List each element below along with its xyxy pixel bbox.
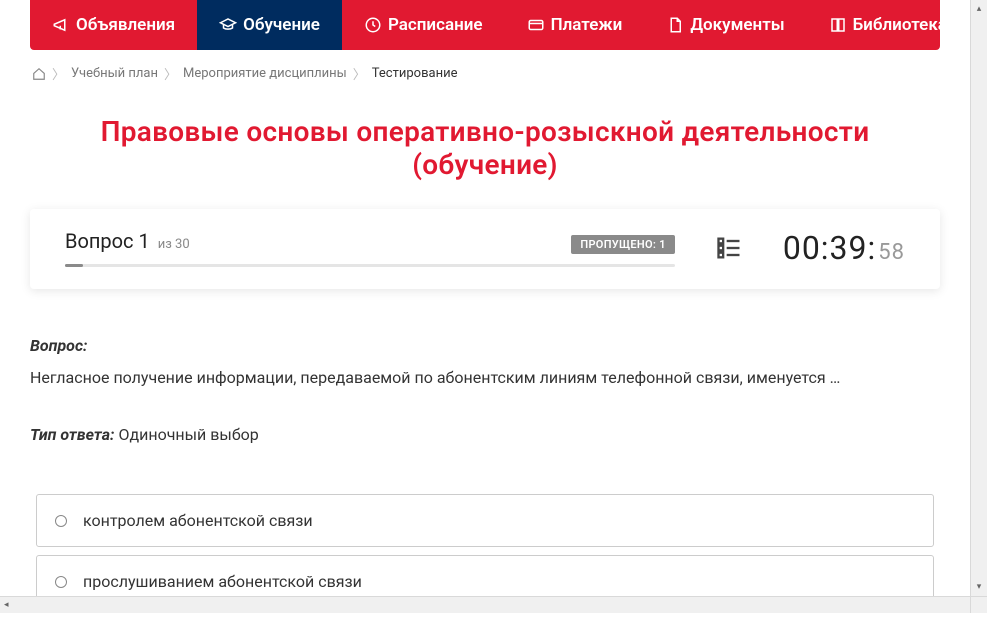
clock-icon <box>364 16 382 34</box>
nav-label: Библиотека <box>853 15 940 35</box>
question-total: из 30 <box>158 237 190 252</box>
option-text: прослушиванием абонентской связи <box>83 572 362 591</box>
option-text: контролем абонентской связи <box>83 511 313 530</box>
radio-icon <box>55 576 67 588</box>
scroll-up-icon: ▴ <box>977 4 982 14</box>
file-icon <box>666 16 684 34</box>
timer-seconds: 58 <box>878 240 905 265</box>
answer-option[interactable]: контролем абонентской связи <box>36 494 934 547</box>
home-icon[interactable] <box>32 67 46 81</box>
question-list-icon[interactable] <box>715 234 743 262</box>
question-label: Вопрос: <box>30 336 87 355</box>
chevron-right-icon: 〉 <box>52 64 65 83</box>
answer-type-value: Одиночный выбор <box>118 425 258 444</box>
test-status-bar: Вопрос 1 из 30 ПРОПУЩЕНО: 1 00:39:58 <box>30 209 940 289</box>
chevron-right-icon: 〉 <box>164 64 177 83</box>
graduation-cap-icon <box>219 16 237 34</box>
timer: 00:39:58 <box>783 229 905 267</box>
question-text: Негласное получение информации, передава… <box>30 366 940 390</box>
nav-education[interactable]: Обучение <box>197 0 342 50</box>
breadcrumb-link[interactable]: Учебный план <box>71 66 158 81</box>
progress-bar <box>65 264 675 267</box>
breadcrumb: 〉 Учебный план 〉 Мероприятие дисциплины … <box>30 50 940 97</box>
nav-label: Объявления <box>76 15 175 35</box>
nav-documents[interactable]: Документы <box>644 0 806 50</box>
nav-payments[interactable]: Платежи <box>505 0 645 50</box>
question-area: Вопрос: Негласное получение информации, … <box>30 334 940 613</box>
scrollbar-corner <box>970 596 987 613</box>
main-nav: Объявления Обучение Расписание Платежи <box>30 0 940 50</box>
card-icon <box>527 16 545 34</box>
timer-main: 00:39: <box>783 229 876 267</box>
scroll-left-icon: ◂ <box>4 600 9 610</box>
page-title: Правовые основы оперативно-розыскной дея… <box>30 115 940 181</box>
progress-fill <box>65 264 83 267</box>
nav-label: Обучение <box>243 15 320 35</box>
book-icon <box>829 16 847 34</box>
skipped-badge: ПРОПУЩЕНО: 1 <box>571 235 674 254</box>
breadcrumb-link[interactable]: Мероприятие дисциплины <box>183 66 347 81</box>
question-counter: Вопрос 1 <box>65 229 150 253</box>
scroll-down-icon: ▾ <box>977 582 982 592</box>
nav-announcements[interactable]: Объявления <box>30 0 197 50</box>
chevron-right-icon: 〉 <box>353 64 366 83</box>
breadcrumb-current: Тестирование <box>372 66 458 81</box>
megaphone-icon <box>52 16 70 34</box>
nav-label: Платежи <box>551 15 623 35</box>
radio-icon <box>55 515 67 527</box>
nav-library[interactable]: Библиотека <box>807 0 940 50</box>
horizontal-scrollbar[interactable]: ◂ ▸ <box>0 596 987 613</box>
vertical-scrollbar[interactable]: ▴ ▾ <box>970 0 987 596</box>
nav-label: Расписание <box>388 15 483 35</box>
nav-schedule[interactable]: Расписание <box>342 0 505 50</box>
progress-block: Вопрос 1 из 30 ПРОПУЩЕНО: 1 <box>65 229 675 267</box>
answer-type-label: Тип ответа: <box>30 425 114 444</box>
nav-label: Документы <box>690 15 784 35</box>
